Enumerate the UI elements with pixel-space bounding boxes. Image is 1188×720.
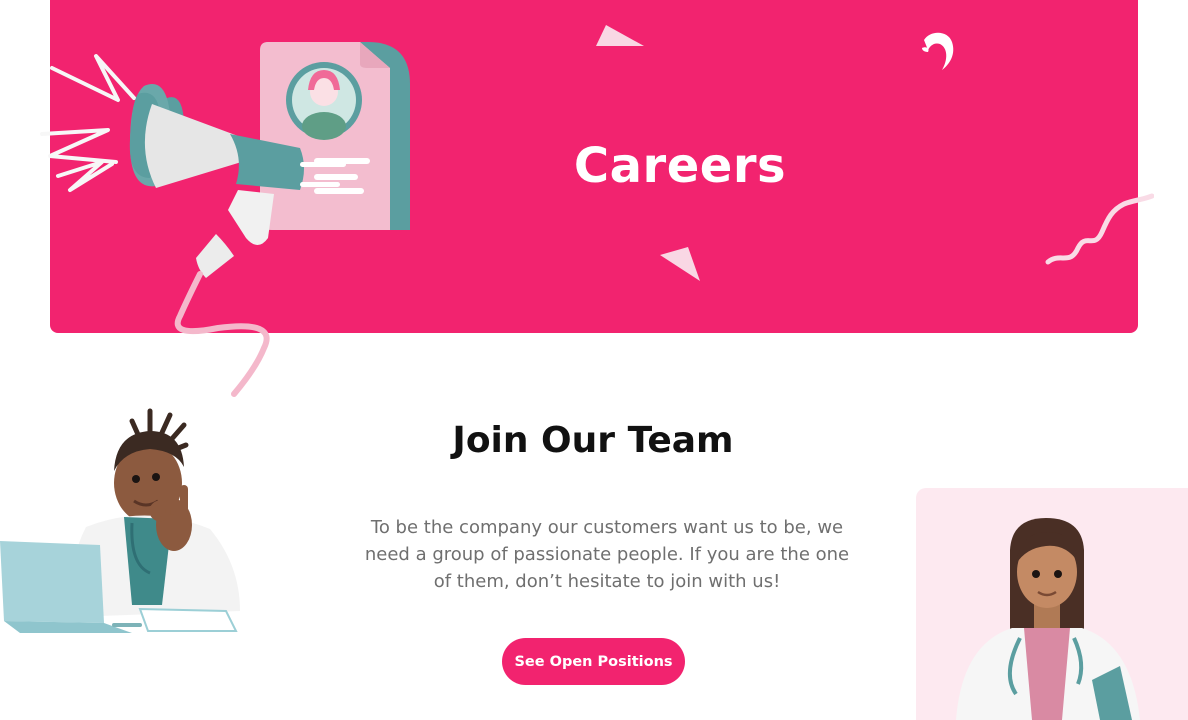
doctor-card (916, 488, 1188, 720)
resume-card-icon (260, 42, 410, 230)
section-description: To be the company our customers want us … (364, 517, 850, 592)
megaphone-icon (40, 42, 410, 397)
squiggle-icon (1045, 193, 1154, 265)
confetti-triangle-icon (596, 25, 644, 46)
confetti-curl-icon (922, 32, 954, 70)
see-open-positions-button[interactable]: See Open Positions (502, 638, 685, 685)
confetti-triangle-icon (660, 247, 700, 281)
doctor-with-clipboard-illustration (956, 518, 1140, 720)
page-title: Careers (573, 138, 787, 194)
section-title: Join Our Team (452, 420, 734, 461)
doctor-with-laptop-illustration (0, 408, 240, 633)
